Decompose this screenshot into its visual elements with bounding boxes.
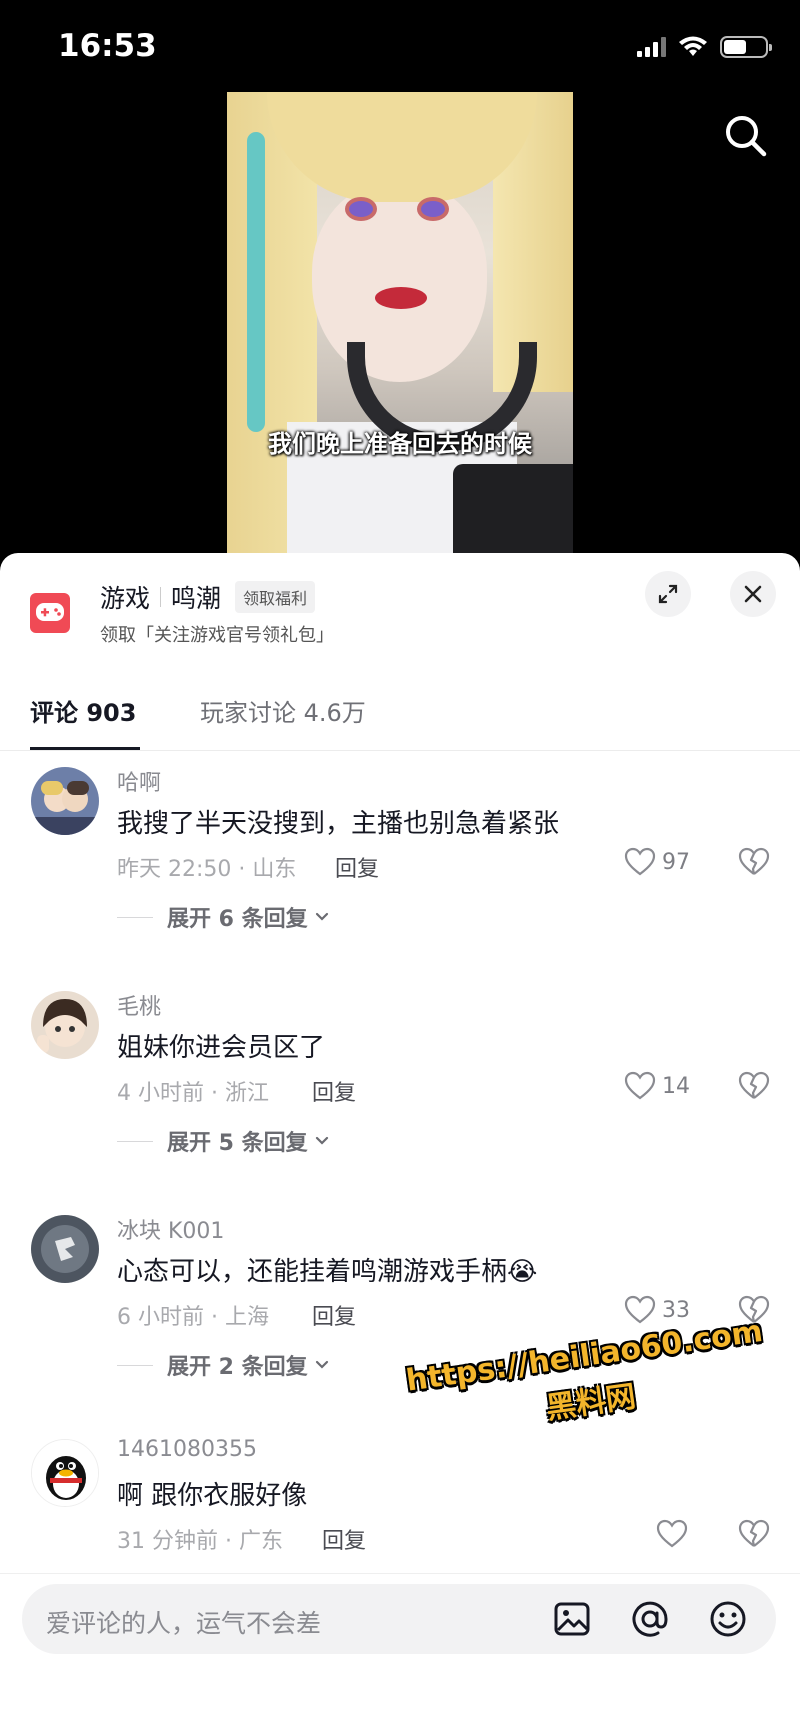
expand-replies-button[interactable]: 展开 2 条回复 bbox=[117, 1349, 330, 1381]
search-icon[interactable] bbox=[722, 112, 770, 160]
title-divider bbox=[160, 587, 162, 607]
wifi-icon bbox=[679, 36, 707, 56]
reply-button[interactable]: 回复 bbox=[322, 1523, 366, 1555]
like-button[interactable] bbox=[656, 1519, 688, 1549]
broken-heart-icon[interactable] bbox=[738, 1071, 770, 1101]
expand-replies-label: 展开 2 条回复 bbox=[167, 1355, 308, 1380]
comment-meta: 4 小时前 · 浙江 bbox=[117, 1081, 269, 1106]
expand-replies-button[interactable]: 展开 5 条回复 bbox=[117, 1125, 330, 1157]
expand-divider bbox=[117, 1140, 153, 1142]
game-subtitle: 领取「关注游戏官号领礼包」 bbox=[100, 625, 334, 646]
expand-replies-label: 展开 6 条回复 bbox=[167, 907, 308, 932]
comment-meta: 昨天 22:50 · 山东 bbox=[117, 857, 297, 882]
like-count: 14 bbox=[662, 1073, 690, 1099]
avatar[interactable] bbox=[31, 991, 99, 1059]
comment-username[interactable]: 1461080355 bbox=[117, 1437, 257, 1462]
like-count: 97 bbox=[662, 849, 690, 875]
game-title: 游戏 鸣潮 领取福利 bbox=[100, 579, 316, 615]
status-time: 16:53 bbox=[58, 28, 157, 64]
video-frame-eye-right bbox=[417, 197, 449, 221]
reply-button[interactable]: 回复 bbox=[335, 851, 379, 883]
expand-replies-label: 展开 5 条回复 bbox=[167, 1131, 308, 1156]
emoji-icon[interactable] bbox=[708, 1599, 748, 1639]
reply-button[interactable]: 回复 bbox=[312, 1075, 356, 1107]
comment-input-bar: 爱评论的人，运气不会差 bbox=[0, 1573, 800, 1731]
video-frame-lips bbox=[375, 287, 427, 309]
comment-meta: 6 小时前 · 上海 bbox=[117, 1305, 269, 1330]
comment-input[interactable]: 爱评论的人，运气不会差 bbox=[22, 1584, 776, 1654]
heart-icon bbox=[624, 1295, 656, 1324]
mention-icon[interactable] bbox=[630, 1599, 670, 1639]
heart-icon bbox=[656, 1519, 688, 1548]
image-icon[interactable] bbox=[552, 1599, 592, 1639]
close-button[interactable] bbox=[730, 571, 776, 617]
heart-icon bbox=[624, 847, 656, 876]
comment-item: 哈啊 我搜了半天没搜到，主播也别急着紧张 昨天 22:50 · 山东 回复 97… bbox=[0, 751, 800, 975]
comment-sheet: 游戏 鸣潮 领取福利 领取「关注游戏官号领礼包」 评论 903 玩家讨论 4.6… bbox=[0, 553, 800, 1731]
like-button[interactable]: 14 bbox=[624, 1071, 690, 1101]
gamepad-icon bbox=[30, 593, 70, 633]
comment-tabs: 评论 903 玩家讨论 4.6万 bbox=[0, 663, 800, 751]
comment-username[interactable]: 毛桃 bbox=[117, 989, 161, 1021]
comment-text: 啊 跟你衣服好像 bbox=[117, 1481, 308, 1511]
comment-text: 我搜了半天没搜到，主播也别急着紧张 bbox=[117, 809, 560, 839]
chevron-down-icon bbox=[315, 912, 328, 921]
chevron-down-icon bbox=[315, 1360, 328, 1369]
signal-icon bbox=[637, 37, 666, 57]
heart-icon bbox=[624, 1071, 656, 1100]
welfare-tag[interactable]: 领取福利 bbox=[235, 581, 316, 613]
comment-item: 毛桃 姐妹你进会员区了 4 小时前 · 浙江 回复 14 展开 5 条回复 bbox=[0, 975, 800, 1199]
video-subtitle: 我们晚上准备回去的时候 bbox=[268, 430, 532, 458]
expand-button[interactable] bbox=[645, 571, 691, 617]
game-header[interactable]: 游戏 鸣潮 领取福利 领取「关注游戏官号领礼包」 bbox=[0, 553, 800, 663]
video-frame-ribbon bbox=[247, 132, 265, 432]
chevron-down-icon bbox=[315, 1136, 328, 1145]
expand-replies-button[interactable]: 展开 6 条回复 bbox=[117, 901, 330, 933]
broken-heart-icon[interactable] bbox=[738, 847, 770, 877]
comment-text: 姐妹你进会员区了 bbox=[117, 1033, 326, 1063]
battery-icon bbox=[720, 36, 772, 58]
tab-comments[interactable]: 评论 903 bbox=[30, 693, 136, 728]
expand-divider bbox=[117, 916, 153, 918]
status-bar: 16:53 bbox=[0, 0, 800, 92]
comment-text: 心态可以，还能挂着鸣潮游戏手柄😭 bbox=[117, 1257, 538, 1287]
game-name: 鸣潮 bbox=[171, 584, 222, 613]
comment-input-placeholder: 爱评论的人，运气不会差 bbox=[46, 1609, 322, 1638]
status-icons bbox=[637, 36, 772, 58]
like-count: 33 bbox=[662, 1297, 690, 1323]
video-player[interactable]: 我们晚上准备回去的时候 bbox=[227, 92, 573, 554]
expand-icon bbox=[658, 584, 678, 604]
tab-indicator bbox=[30, 747, 140, 750]
like-button[interactable]: 33 bbox=[624, 1295, 690, 1325]
tab-player-discussion[interactable]: 玩家讨论 4.6万 bbox=[200, 693, 366, 728]
avatar[interactable] bbox=[31, 767, 99, 835]
reply-button[interactable]: 回复 bbox=[312, 1299, 356, 1331]
comment-meta: 31 分钟前 · 广东 bbox=[117, 1529, 283, 1554]
comment-username[interactable]: 哈啊 bbox=[117, 765, 161, 797]
video-frame-eye-left bbox=[345, 197, 377, 221]
broken-heart-icon[interactable] bbox=[738, 1519, 770, 1549]
video-frame-camera bbox=[453, 464, 573, 554]
game-category: 游戏 bbox=[100, 584, 151, 613]
close-icon bbox=[744, 585, 762, 603]
avatar[interactable] bbox=[31, 1439, 99, 1507]
expand-divider bbox=[117, 1364, 153, 1366]
like-button[interactable]: 97 bbox=[624, 847, 690, 877]
comment-username[interactable]: 冰块 K001 bbox=[117, 1213, 224, 1245]
avatar[interactable] bbox=[31, 1215, 99, 1283]
